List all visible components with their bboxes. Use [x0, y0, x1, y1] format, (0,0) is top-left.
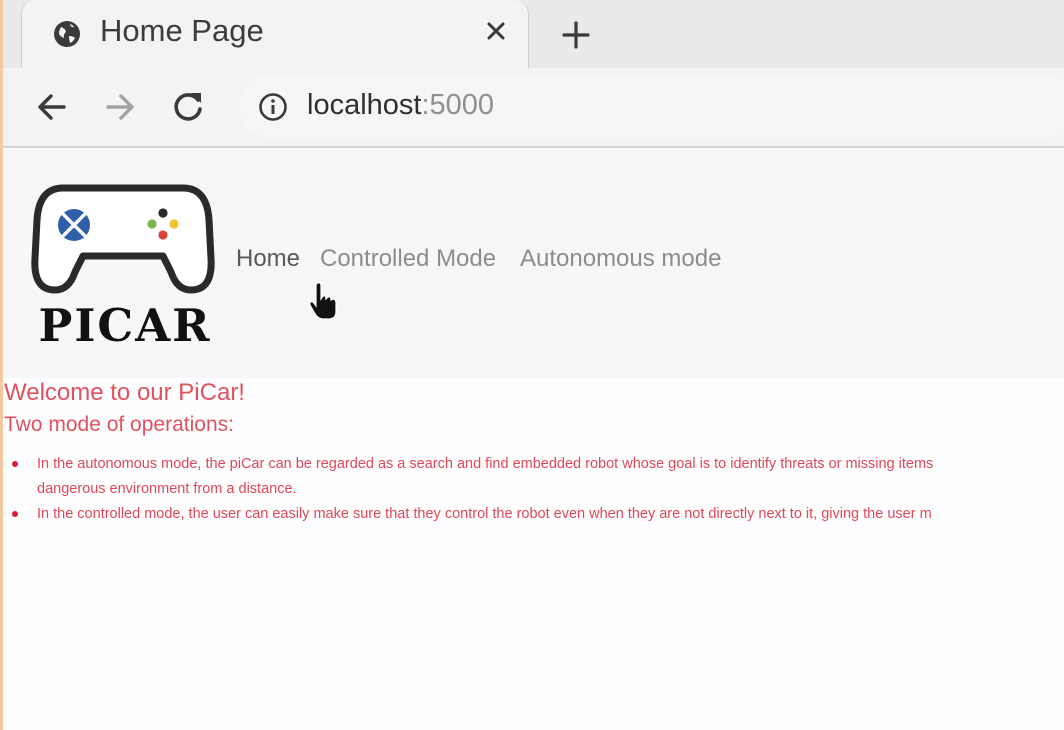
picar-gamepad-logo[interactable]: PICAR	[25, 180, 225, 348]
url-host: localhost	[307, 89, 422, 121]
mode-autonomous-line-2: dangerous environment from a distance.	[37, 481, 297, 497]
browser-window: Home Page localhost:5000 PICAR Home Cont…	[0, 0, 1064, 730]
hand-pointer-cursor-icon	[309, 282, 337, 320]
picar-wordmark: PICAR	[38, 299, 211, 348]
reload-icon[interactable]	[167, 86, 209, 128]
bullet-icon	[12, 511, 18, 517]
new-tab-plus-icon[interactable]	[559, 18, 593, 52]
nav-home[interactable]: Home	[236, 245, 300, 273]
page-heading: Welcome to our PiCar!	[4, 379, 245, 406]
tab-home-page[interactable]: Home Page	[21, 0, 529, 69]
close-icon[interactable]	[485, 20, 507, 42]
nav-controlled-mode[interactable]: Controlled Mode	[320, 245, 496, 273]
browser-toolbar: localhost:5000	[3, 68, 1064, 148]
tab-title: Home Page	[100, 13, 264, 48]
mode-autonomous-line-1: In the autonomous mode, the piCar can be…	[37, 456, 934, 472]
site-header: PICAR Home Controlled Mode Autonomous mo…	[3, 150, 1064, 378]
list-item: In the autonomous mode, the piCar can be…	[3, 452, 1064, 502]
globe-icon	[54, 21, 80, 47]
forward-arrow-icon[interactable]	[99, 86, 141, 128]
url-text[interactable]: localhost:5000	[307, 89, 494, 122]
tab-strip: Home Page	[3, 0, 1064, 69]
mode-controlled-line-1: In the controlled mode, the user can eas…	[37, 506, 932, 522]
back-arrow-icon[interactable]	[31, 86, 73, 128]
info-icon[interactable]	[257, 91, 289, 123]
page-subheading: Two mode of operations:	[4, 413, 234, 436]
url-port: :5000	[421, 89, 495, 121]
modes-list: In the autonomous mode, the piCar can be…	[3, 452, 1064, 527]
list-item: In the controlled mode, the user can eas…	[3, 502, 1064, 527]
nav-autonomous-mode[interactable]: Autonomous mode	[520, 245, 721, 273]
bullet-icon	[12, 461, 18, 467]
address-bar[interactable]: localhost:5000	[239, 76, 1064, 138]
